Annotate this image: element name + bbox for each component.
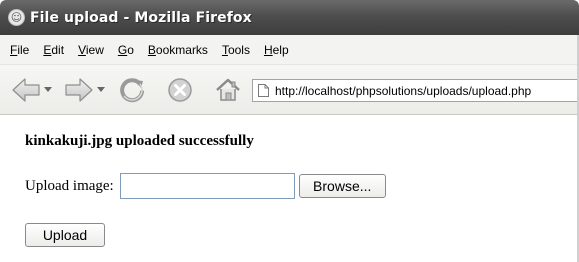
dropdown-arrow-icon xyxy=(44,87,52,92)
firefox-icon: ☺ xyxy=(8,9,25,26)
back-button[interactable] xyxy=(10,75,42,105)
back-history-dropdown[interactable] xyxy=(43,85,53,95)
navigation-toolbar: http://localhost/phpsolutions/uploads/up… xyxy=(0,65,579,115)
menu-file[interactable]: File xyxy=(4,43,37,57)
reload-button[interactable] xyxy=(116,74,148,106)
reload-icon xyxy=(120,78,144,103)
url-text[interactable]: http://localhost/phpsolutions/uploads/up… xyxy=(275,84,531,98)
back-arrow-icon xyxy=(12,78,40,102)
home-button[interactable] xyxy=(212,74,244,106)
file-path-input[interactable] xyxy=(119,173,295,199)
address-bar[interactable]: http://localhost/phpsolutions/uploads/up… xyxy=(252,79,579,102)
stop-button[interactable] xyxy=(164,74,196,106)
menu-edit[interactable]: Edit xyxy=(37,43,72,57)
upload-label: Upload image: xyxy=(25,177,114,194)
home-icon xyxy=(216,78,240,101)
window-titlebar[interactable]: ☺ File upload - Mozilla Firefox xyxy=(0,0,579,35)
menu-bar: File Edit View Go Bookmarks Tools Help xyxy=(0,35,579,65)
menu-bookmarks[interactable]: Bookmarks xyxy=(142,43,216,57)
page-icon xyxy=(258,84,269,97)
menu-go[interactable]: Go xyxy=(112,43,142,57)
menu-tools[interactable]: Tools xyxy=(216,43,258,57)
forward-arrow-icon xyxy=(65,78,93,102)
page-content: kinkakuji.jpg uploaded successfully Uplo… xyxy=(0,116,579,262)
window-title: File upload - Mozilla Firefox xyxy=(30,9,252,26)
success-message: kinkakuji.jpg uploaded successfully xyxy=(25,133,254,149)
upload-form-row: Upload image: Browse... xyxy=(25,173,386,199)
stop-icon xyxy=(168,78,192,102)
menu-help[interactable]: Help xyxy=(258,43,297,57)
forward-button[interactable] xyxy=(63,75,95,105)
upload-button[interactable]: Upload xyxy=(25,223,105,247)
menu-view[interactable]: View xyxy=(72,43,112,57)
forward-history-dropdown[interactable] xyxy=(96,85,106,95)
browse-button[interactable]: Browse... xyxy=(298,174,386,198)
dropdown-arrow-icon xyxy=(97,87,105,92)
